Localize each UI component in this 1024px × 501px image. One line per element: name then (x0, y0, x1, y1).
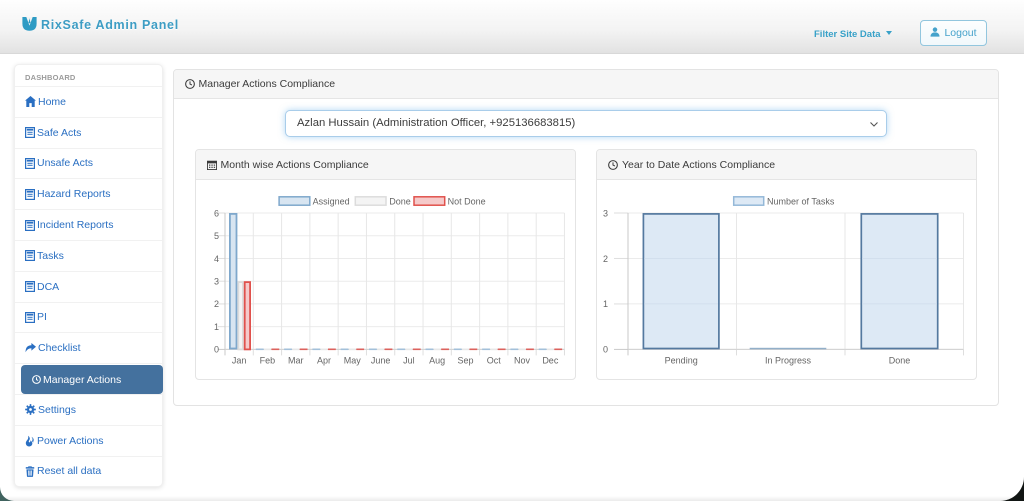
svg-text:4: 4 (213, 254, 218, 264)
svg-text:Apr: Apr (317, 356, 331, 366)
svg-text:Done: Done (389, 196, 411, 206)
svg-text:Number of Tasks: Number of Tasks (767, 196, 835, 206)
svg-text:5: 5 (213, 231, 218, 241)
svg-text:Dec: Dec (542, 356, 559, 366)
svg-text:6: 6 (213, 208, 218, 218)
svg-text:Jan: Jan (231, 356, 246, 366)
svg-text:Aug: Aug (429, 356, 445, 366)
svg-text:3: 3 (213, 277, 218, 287)
svg-text:Jul: Jul (403, 356, 415, 366)
svg-text:May: May (343, 356, 361, 366)
svg-text:1: 1 (213, 322, 218, 332)
svg-text:Pending: Pending (665, 356, 698, 366)
svg-text:Feb: Feb (259, 356, 275, 366)
svg-text:Done: Done (889, 356, 911, 366)
svg-text:3: 3 (603, 208, 608, 218)
svg-text:Mar: Mar (287, 356, 303, 366)
svg-text:In Progress: In Progress (765, 356, 812, 366)
svg-text:Assigned: Assigned (312, 196, 349, 206)
svg-text:1: 1 (603, 299, 608, 309)
svg-text:Nov: Nov (514, 356, 531, 366)
svg-text:2: 2 (213, 299, 218, 309)
svg-text:Sep: Sep (457, 356, 473, 366)
svg-text:2: 2 (603, 254, 608, 264)
svg-text:Oct: Oct (486, 356, 501, 366)
svg-text:0: 0 (603, 345, 608, 355)
svg-text:Not Done: Not Done (447, 196, 485, 206)
svg-text:June: June (370, 356, 390, 366)
svg-text:0: 0 (213, 345, 218, 355)
